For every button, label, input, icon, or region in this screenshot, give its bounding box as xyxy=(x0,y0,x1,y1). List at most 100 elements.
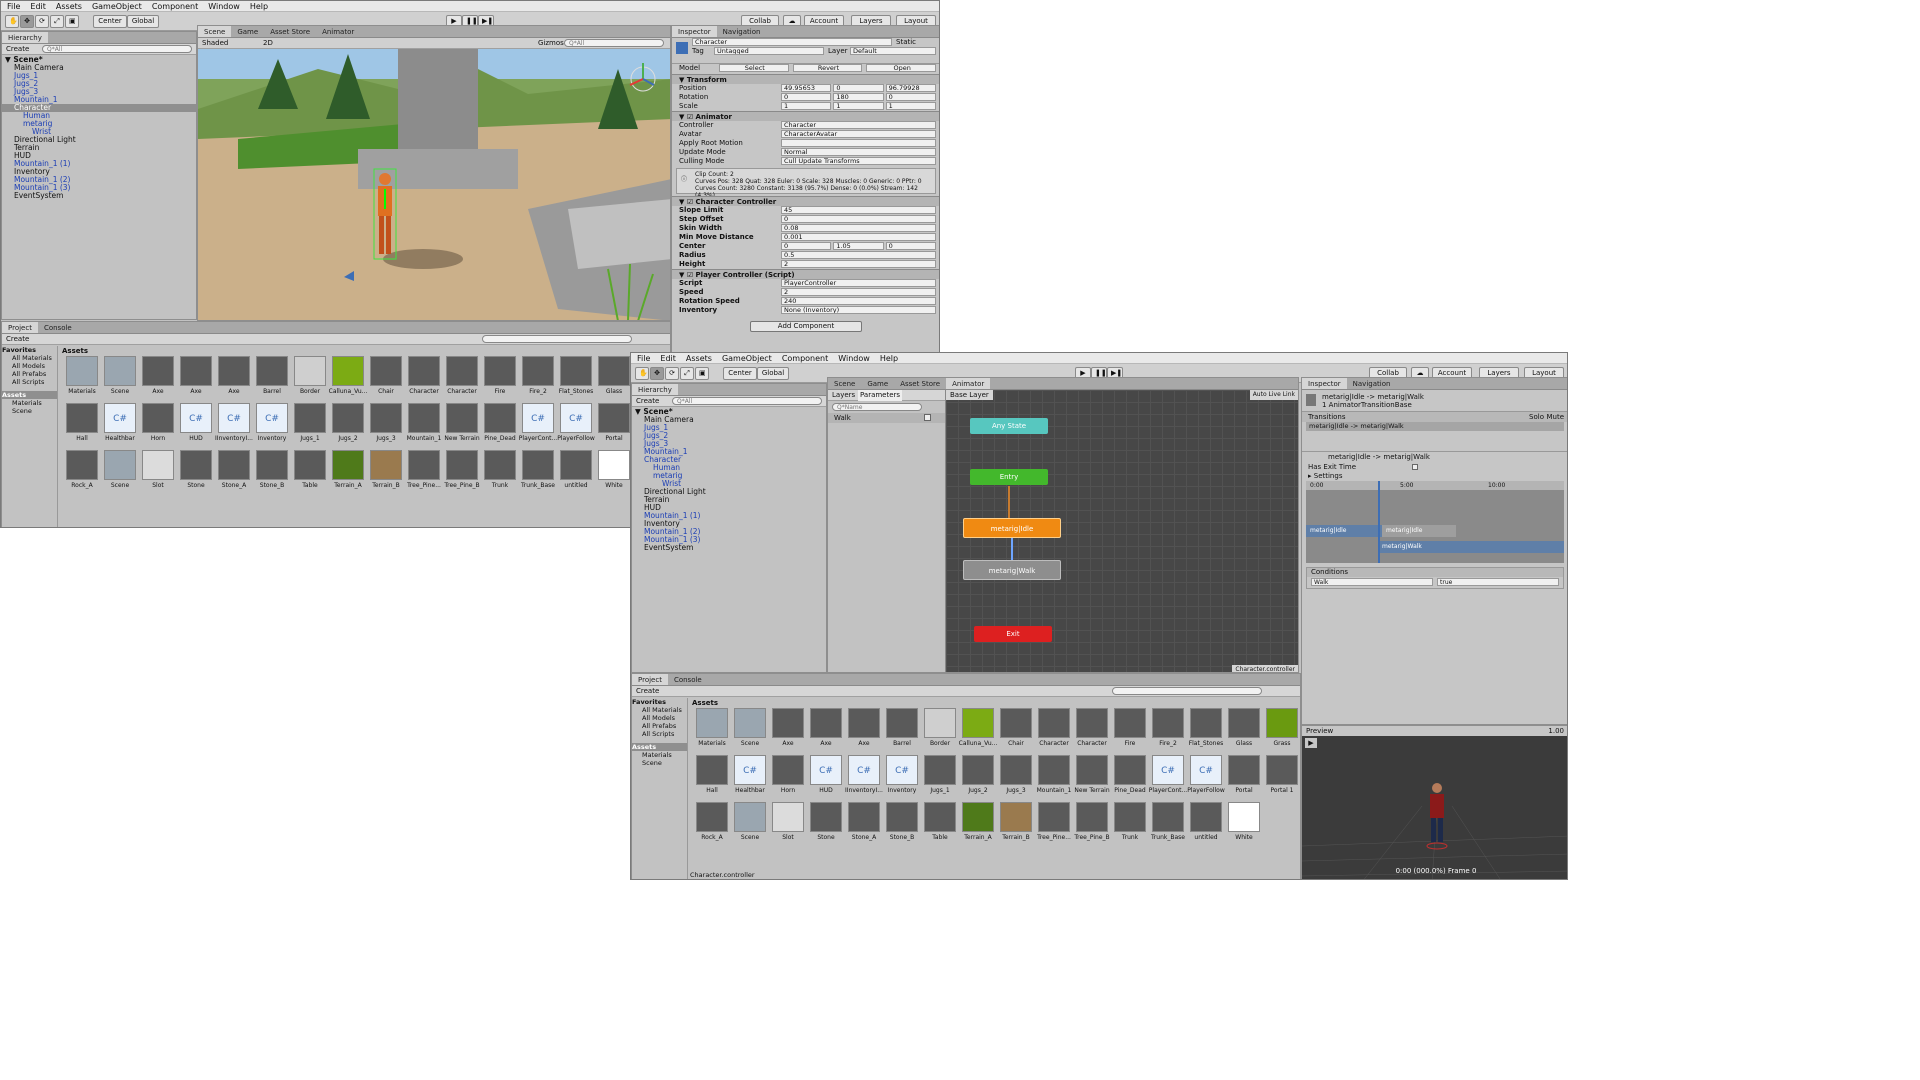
hand-tool-button[interactable]: ✋ xyxy=(635,367,649,380)
favorite-item[interactable]: All Models xyxy=(632,714,687,722)
inspector-field[interactable]: 0 xyxy=(781,215,936,223)
hand-tool-button[interactable]: ✋ xyxy=(5,15,19,28)
transition-timeline[interactable]: 0:00 5:00 10:00 metarig|Idle metarig|Idl… xyxy=(1306,481,1564,563)
asset-item[interactable]: Scene xyxy=(100,450,140,489)
favorite-item[interactable]: All Scripts xyxy=(2,378,57,386)
asset-item[interactable]: Stone xyxy=(176,450,216,489)
project-search-input[interactable] xyxy=(1112,687,1262,695)
tab-console[interactable]: Console xyxy=(38,322,78,333)
asset-item[interactable]: New Terrain xyxy=(442,403,482,442)
tab-console[interactable]: Console xyxy=(668,674,708,685)
inspector-field[interactable]: 0.001 xyxy=(781,233,936,241)
tab-project[interactable]: Project xyxy=(632,674,668,685)
entry-node[interactable]: Entry xyxy=(970,469,1048,485)
asset-item[interactable]: C# Inventory xyxy=(252,403,292,442)
asset-item[interactable]: Table xyxy=(290,450,330,489)
inspector-field[interactable] xyxy=(781,139,936,147)
asset-item[interactable]: Calluna_Vu... xyxy=(328,356,368,395)
inspector-field[interactable]: Normal xyxy=(781,148,936,156)
asset-item[interactable]: Tree_Pine... xyxy=(1034,802,1074,841)
move-tool-button[interactable]: ✥ xyxy=(20,15,34,28)
asset-item[interactable]: C# PlayerCont... xyxy=(518,403,558,442)
asset-item[interactable]: Character xyxy=(1034,708,1074,747)
menu-component[interactable]: Component xyxy=(782,353,828,363)
move-tool-button[interactable]: ✥ xyxy=(650,367,664,380)
asset-item[interactable]: Portal 1 xyxy=(1262,755,1300,794)
asset-item[interactable]: Axe xyxy=(844,708,884,747)
menu-assets[interactable]: Assets xyxy=(56,1,82,11)
condition-parameter-dropdown[interactable]: Walk xyxy=(1311,578,1433,586)
asset-item[interactable]: C# Healthbar xyxy=(100,403,140,442)
asset-item[interactable]: Fire xyxy=(1110,708,1150,747)
layer-dropdown[interactable]: Default xyxy=(850,47,936,55)
menu-file[interactable]: File xyxy=(7,1,20,11)
asset-item[interactable]: Border xyxy=(290,356,330,395)
tab-animator[interactable]: Animator xyxy=(316,26,360,37)
folder-item[interactable]: Materials xyxy=(2,399,57,407)
asset-item[interactable]: Stone_B xyxy=(882,802,922,841)
hierarchy-search-input[interactable]: Q*All xyxy=(672,397,822,405)
asset-item[interactable]: Slot xyxy=(768,802,808,841)
asset-item[interactable]: White xyxy=(1224,802,1264,841)
asset-item[interactable]: Hall xyxy=(692,755,732,794)
asset-item[interactable]: Trunk xyxy=(1110,802,1150,841)
asset-item[interactable]: Mountain_1 xyxy=(404,403,444,442)
asset-item[interactable]: Jugs_3 xyxy=(366,403,406,442)
walk-state-node[interactable]: metarig|Walk xyxy=(963,560,1061,580)
pivot-center-button[interactable]: Center xyxy=(93,15,127,28)
inspector-field[interactable]: 2 xyxy=(781,260,936,268)
shading-dropdown[interactable]: Shaded xyxy=(202,39,228,47)
project-create-dropdown[interactable]: Create xyxy=(636,687,659,695)
base-layer-breadcrumb[interactable]: Base Layer xyxy=(946,390,993,400)
asset-item[interactable]: C# PlayerCont... xyxy=(1148,755,1188,794)
asset-item[interactable]: Fire xyxy=(480,356,520,395)
asset-item[interactable]: Trunk_Base xyxy=(518,450,558,489)
asset-item[interactable]: Barrel xyxy=(882,708,922,747)
asset-item[interactable]: Tree_Pine_B xyxy=(1072,802,1112,841)
tab-asset-store[interactable]: Asset Store xyxy=(894,378,946,389)
asset-item[interactable]: Materials xyxy=(692,708,732,747)
asset-item[interactable]: Stone_B xyxy=(252,450,292,489)
asset-item[interactable]: Fire_2 xyxy=(518,356,558,395)
preview-viewport[interactable]: 0:00 (000.0%) Frame 0 xyxy=(1302,736,1568,880)
tab-animator[interactable]: Animator xyxy=(946,378,991,389)
rect-tool-button[interactable]: ▣ xyxy=(695,367,709,380)
asset-item[interactable]: Character xyxy=(404,356,444,395)
asset-item[interactable]: Terrain_A xyxy=(328,450,368,489)
walk-bool-checkbox[interactable] xyxy=(924,414,931,421)
inspector-field[interactable]: 240 xyxy=(781,297,936,305)
clip-bar-idle-b[interactable]: metarig|Idle xyxy=(1382,525,1456,537)
favorite-item[interactable]: All Materials xyxy=(2,354,57,362)
condition-value-dropdown[interactable]: true xyxy=(1437,578,1559,586)
add-component-button[interactable]: Add Component xyxy=(750,321,862,332)
any-state-node[interactable]: Any State xyxy=(970,418,1048,434)
scale-fields[interactable]: 111 xyxy=(781,102,936,111)
menu-help[interactable]: Help xyxy=(880,353,898,363)
tab-asset-store[interactable]: Asset Store xyxy=(264,26,316,37)
asset-item[interactable]: Jugs_2 xyxy=(328,403,368,442)
create-dropdown[interactable]: Create xyxy=(6,45,29,53)
asset-item[interactable]: Barrel xyxy=(252,356,292,395)
scale-tool-button[interactable]: ⤢ xyxy=(680,367,694,380)
asset-item[interactable]: Axe xyxy=(138,356,178,395)
tab-scene[interactable]: Scene xyxy=(828,378,861,389)
asset-item[interactable]: Glass xyxy=(1224,708,1264,747)
asset-item[interactable]: Chair xyxy=(366,356,406,395)
asset-item[interactable]: Rock_A xyxy=(62,450,102,489)
model-select-button[interactable]: Select xyxy=(719,64,789,72)
character-controller-header[interactable]: ▼ ☑ Character Controller xyxy=(672,196,939,206)
transition-list-item[interactable]: metarig|Idle -> metarig|Walk xyxy=(1306,422,1564,431)
model-revert-button[interactable]: Revert xyxy=(792,64,863,72)
tab-inspector[interactable]: Inspector xyxy=(1302,378,1347,389)
scale-tool-button[interactable]: ⤢ xyxy=(50,15,64,28)
menu-edit[interactable]: Edit xyxy=(660,353,676,363)
asset-item[interactable]: Axe xyxy=(214,356,254,395)
asset-item[interactable]: Trunk xyxy=(480,450,520,489)
menu-gameobject[interactable]: GameObject xyxy=(722,353,772,363)
asset-item[interactable]: Jugs_2 xyxy=(958,755,998,794)
clip-bar-walk[interactable]: metarig|Walk xyxy=(1378,541,1564,553)
asset-item[interactable]: Portal xyxy=(1224,755,1264,794)
folder-item[interactable]: Materials xyxy=(632,751,687,759)
tab-navigation[interactable]: Navigation xyxy=(1347,378,1397,389)
inspector-field[interactable]: 0.5 xyxy=(781,251,936,259)
